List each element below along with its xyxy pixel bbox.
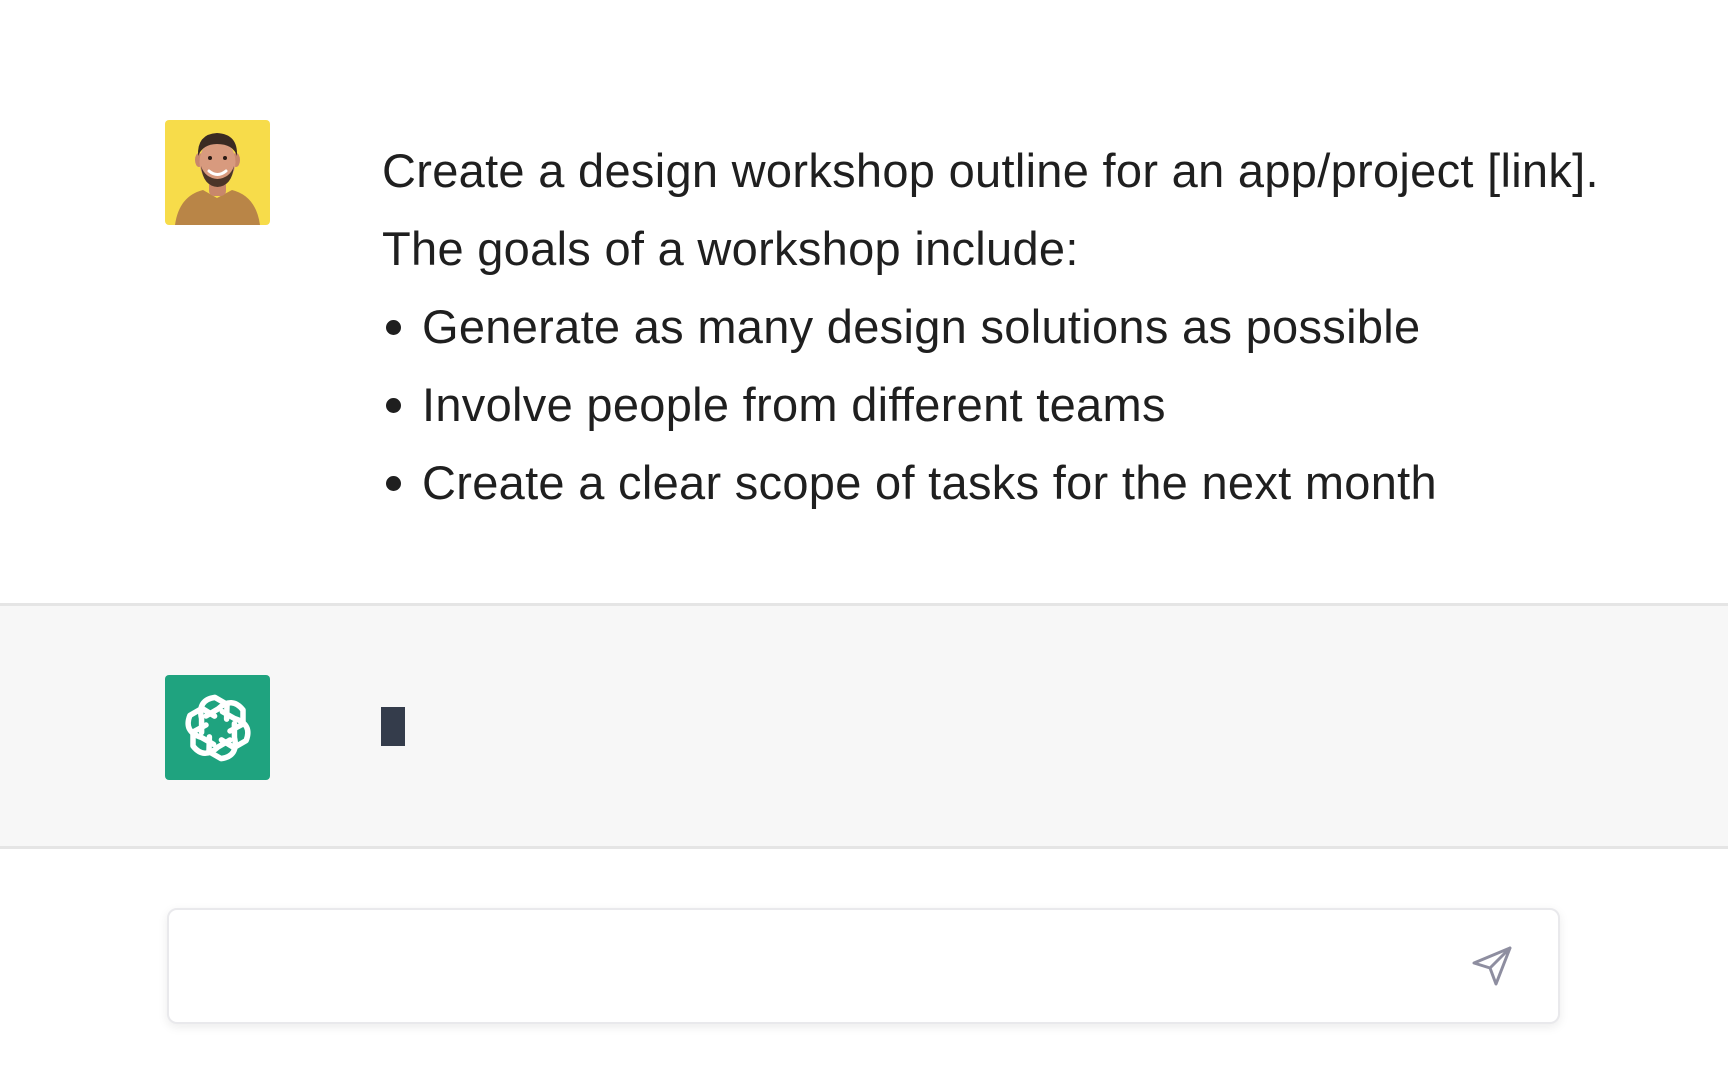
bullet-icon: [386, 320, 401, 335]
user-message-text: Create a design workshop outline for an …: [382, 132, 1612, 522]
list-item: Create a clear scope of tasks for the ne…: [382, 444, 1612, 522]
openai-logo-icon: [184, 694, 251, 761]
user-message-intro: Create a design workshop outline for an …: [382, 144, 1599, 275]
list-item: Involve people from different teams: [382, 366, 1612, 444]
assistant-avatar: [165, 675, 270, 780]
user-avatar-photo-icon: [165, 120, 270, 225]
message-composer: [167, 908, 1560, 1024]
user-message-row: Create a design workshop outline for an …: [0, 0, 1728, 606]
goal-text: Create a clear scope of tasks for the ne…: [422, 456, 1437, 509]
send-button[interactable]: [1468, 942, 1516, 990]
user-avatar: [165, 120, 270, 225]
bullet-icon: [386, 398, 401, 413]
list-item: Generate as many design solutions as pos…: [382, 288, 1612, 366]
send-icon: [1472, 946, 1512, 986]
assistant-message-row: [0, 606, 1728, 849]
goal-text: Involve people from different teams: [422, 378, 1166, 431]
message-input[interactable]: [193, 930, 1447, 1004]
bullet-icon: [386, 476, 401, 491]
workshop-goals-list: Generate as many design solutions as pos…: [382, 288, 1612, 522]
chat-page: Create a design workshop outline for an …: [0, 0, 1728, 1080]
typing-cursor: [381, 707, 405, 746]
goal-text: Generate as many design solutions as pos…: [422, 300, 1421, 353]
